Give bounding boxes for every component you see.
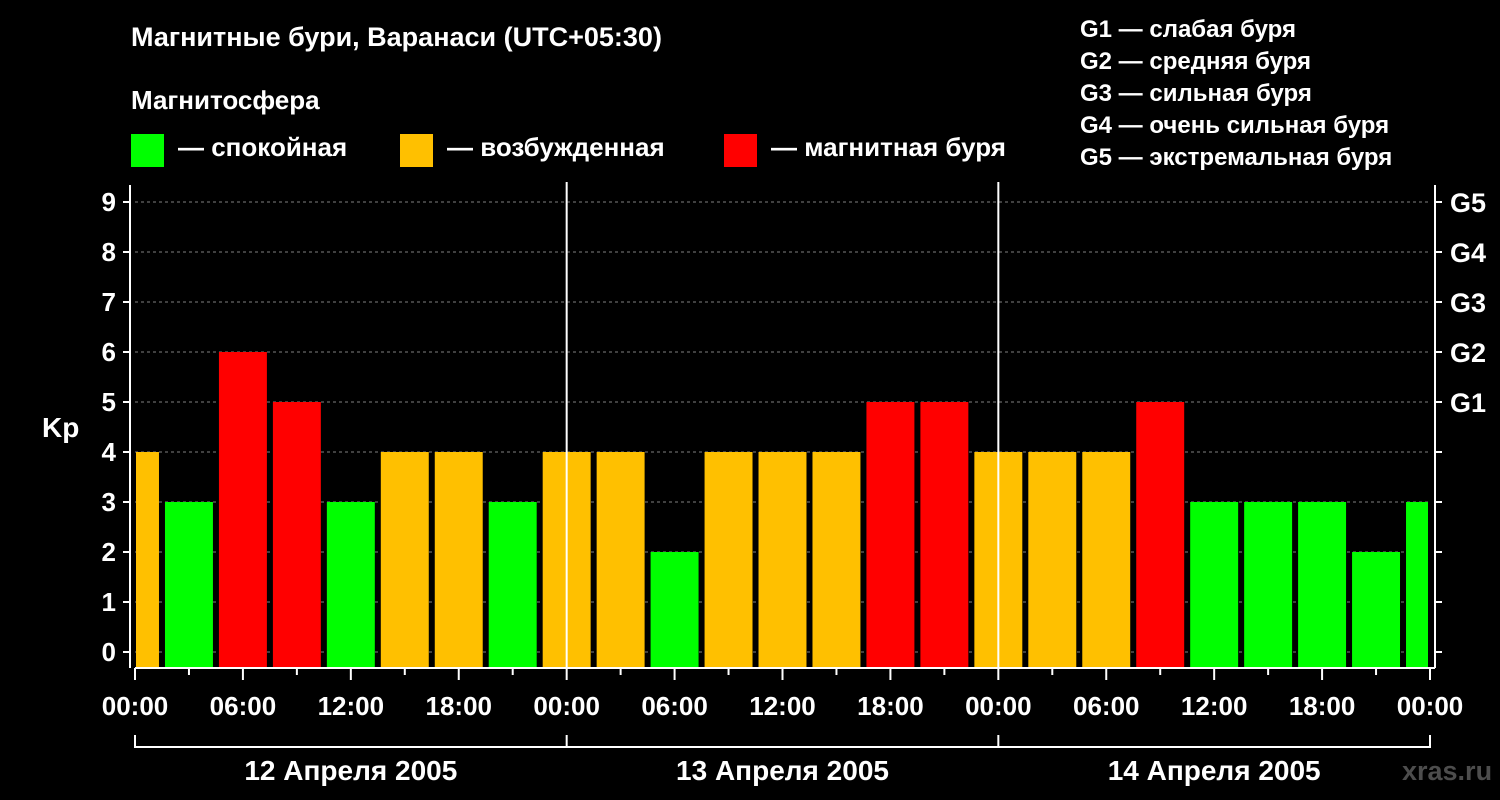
y-tick-label: 7 [102, 287, 116, 317]
x-tick-label: 06:00 [210, 691, 277, 721]
g-level-label: G5 [1450, 188, 1486, 218]
kp-bar [596, 452, 645, 667]
x-tick-label: 12:00 [1181, 691, 1248, 721]
kp-bar [272, 402, 321, 667]
g-level-label: G2 [1450, 338, 1486, 368]
kp-bar [1352, 552, 1401, 667]
kp-chart: 0 1 2 3 4 5 6 7 8 9 G1 G2 G3 G4 G5 00:00 06:00 12:00 18:00… [102, 182, 1486, 786]
y-tick-label: 0 [102, 637, 116, 667]
x-tick-label: 06:00 [641, 691, 708, 721]
kp-bar [1190, 502, 1239, 667]
kp-bar [1082, 452, 1131, 667]
g-level-label: G3 [1450, 288, 1486, 318]
day-label: 14 Апреля 2005 [1108, 755, 1321, 786]
kp-bar [1136, 402, 1185, 667]
day-label: 12 Апреля 2005 [244, 755, 457, 786]
y-tick-label: 5 [102, 387, 116, 417]
kp-bar [812, 452, 861, 667]
kp-bar [164, 502, 213, 667]
x-tick-label: 12:00 [318, 691, 385, 721]
kp-bar [488, 502, 537, 667]
x-tick-label: 18:00 [1289, 691, 1356, 721]
x-tick-label: 06:00 [1073, 691, 1140, 721]
kp-bar [434, 452, 483, 667]
kp-bar [758, 452, 807, 667]
x-tick-label: 00:00 [965, 691, 1032, 721]
y-tick-label: 3 [102, 487, 116, 517]
x-tick-label: 12:00 [749, 691, 816, 721]
y-tick-label: 2 [102, 537, 116, 567]
kp-bar [1244, 502, 1293, 667]
kp-bar [1298, 502, 1347, 667]
kp-bar [380, 452, 429, 667]
g-level-label: G1 [1450, 388, 1486, 418]
day-label: 13 Апреля 2005 [676, 755, 889, 786]
x-tick-label: 00:00 [533, 691, 600, 721]
g-level-label: G4 [1450, 238, 1486, 268]
kp-bar [1028, 452, 1077, 667]
y-tick-label: 6 [102, 337, 116, 367]
x-tick-label: 00:00 [1397, 691, 1464, 721]
kp-bar [326, 502, 375, 667]
y-tick-label: 4 [102, 437, 117, 467]
x-tick-label: 18:00 [857, 691, 924, 721]
x-tick-label: 00:00 [102, 691, 169, 721]
y-tick-label: 9 [102, 187, 116, 217]
kp-bar [650, 552, 699, 667]
kp-bar [218, 352, 267, 667]
kp-bar [1406, 502, 1428, 667]
kp-bar [866, 402, 915, 667]
kp-bar [136, 452, 159, 667]
y-tick-label: 1 [102, 587, 116, 617]
y-tick-label: 8 [102, 237, 116, 267]
kp-bar [704, 452, 753, 667]
kp-bar [920, 402, 969, 667]
x-tick-label: 18:00 [426, 691, 493, 721]
